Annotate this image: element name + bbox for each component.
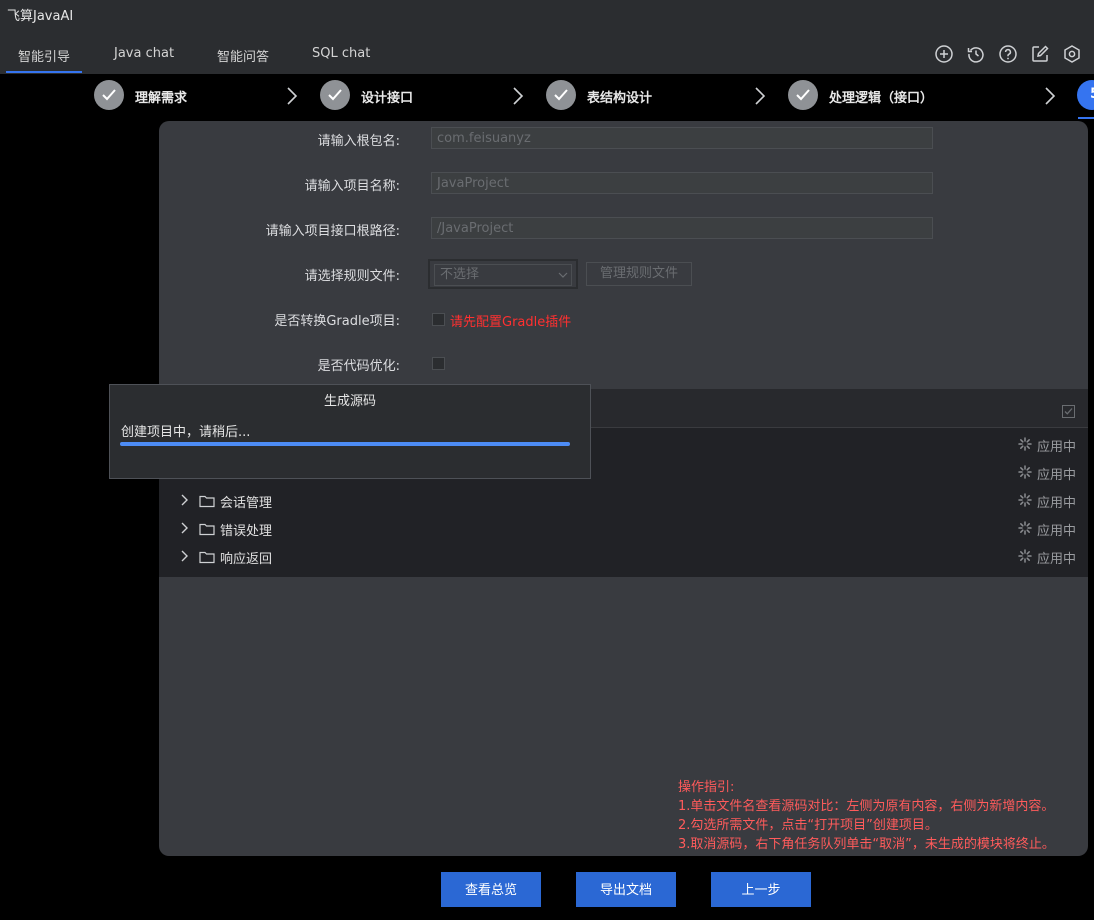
tree-item-label[interactable]: 会话管理 (220, 492, 272, 511)
gradle-warning-text: 请先配置Gradle插件 (450, 315, 572, 330)
step-chevron-icon (755, 87, 766, 105)
row-status-text: 应用中 (1037, 468, 1077, 483)
export-document-button[interactable]: 导出文档 (576, 872, 676, 907)
previous-step-button[interactable]: 上一步 (711, 872, 811, 907)
chevron-right-icon[interactable] (180, 494, 190, 506)
manage-rule-files-button[interactable]: 管理规则文件 (586, 262, 692, 286)
root-package-label: 请输入根包名: (317, 134, 400, 149)
view-overview-button[interactable]: 查看总览 (441, 872, 541, 907)
step-chevron-icon (287, 87, 298, 105)
dialog-title: 生成源码 (323, 394, 376, 409)
generate-source-dialog: 生成源码 创建项目中，请稍后... (109, 384, 591, 479)
folder-icon (199, 495, 215, 508)
operation-guide: 操作指引: 1.单击文件名查看源码对比：左侧为原有内容，右侧为新增内容。 2.勾… (678, 778, 1055, 854)
app-title: 飞算JavaAI (7, 9, 74, 24)
folder-icon (199, 523, 215, 536)
tree-item-label[interactable]: 错误处理 (220, 520, 272, 539)
chevron-right-icon[interactable] (180, 522, 190, 534)
progress-bar (120, 442, 570, 446)
history-icon[interactable] (966, 44, 986, 64)
gradle-label: 是否转换Gradle项目: (274, 314, 400, 329)
dialog-message: 创建项目中，请稍后... (121, 425, 251, 440)
guide-line: 2.勾选所需文件，点击“打开项目”创建项目。 (678, 818, 938, 833)
step-2-label[interactable]: 设计接口 (361, 87, 413, 106)
progress-bar-fill (120, 442, 570, 446)
chevron-down-icon (558, 272, 568, 278)
rule-file-select-value: 不选择 (434, 264, 572, 286)
project-name-input[interactable]: JavaProject (431, 172, 933, 194)
step-1-check-icon (94, 80, 124, 110)
step-3-check-icon (546, 80, 576, 110)
help-icon[interactable] (998, 44, 1018, 64)
row-status-text: 应用中 (1037, 496, 1077, 511)
tree-row[interactable]: 错误处理 应用中 (159, 514, 1088, 542)
loading-spinner-icon (1018, 437, 1032, 451)
project-root-path-label: 请输入项目接口根路径: (265, 224, 400, 239)
tab-smart-qa[interactable]: 智能问答 (217, 46, 269, 65)
title-bar (0, 0, 1094, 34)
edit-icon[interactable] (1030, 44, 1050, 64)
step-chevron-icon (1045, 87, 1056, 105)
loading-spinner-icon (1018, 465, 1032, 479)
loading-spinner-icon (1018, 493, 1032, 507)
step-chevron-icon (513, 87, 524, 105)
step-4-check-icon (788, 80, 818, 110)
step-3-label[interactable]: 表结构设计 (587, 87, 652, 106)
row-status-text: 应用中 (1037, 552, 1077, 567)
project-root-path-input[interactable]: /JavaProject (431, 217, 933, 239)
settings-icon[interactable] (1062, 44, 1082, 64)
row-status-text: 应用中 (1037, 524, 1077, 539)
row-status-text: 应用中 (1037, 440, 1077, 455)
rule-file-label: 请选择规则文件: (304, 269, 400, 284)
root-package-input[interactable]: com.feisuanyz (431, 127, 933, 149)
project-name-label: 请输入项目名称: (304, 179, 400, 194)
step-2-check-icon (320, 80, 350, 110)
add-circle-icon[interactable] (934, 44, 954, 64)
active-tab-indicator (6, 71, 82, 73)
current-step-indicator (1078, 117, 1094, 119)
folder-icon (199, 551, 215, 564)
guide-title: 操作指引: (678, 780, 735, 795)
tab-java-chat[interactable]: Java chat (114, 46, 174, 61)
step-1-label[interactable]: 理解需求 (135, 87, 187, 106)
tree-row[interactable]: 会话管理 应用中 (159, 486, 1088, 514)
loading-spinner-icon (1018, 521, 1032, 535)
code-optimize-checkbox[interactable] (432, 357, 445, 370)
tree-item-label[interactable]: 响应返回 (220, 548, 272, 567)
gradle-checkbox[interactable] (432, 313, 445, 326)
guide-line: 3.取消源码，右下角任务队列单击“取消”，未生成的模块将终止。 (678, 837, 1055, 852)
select-all-checkbox[interactable] (1062, 405, 1075, 418)
chevron-right-icon[interactable] (180, 550, 190, 562)
step-5-current[interactable]: 5 (1077, 80, 1094, 110)
code-optimize-label: 是否代码优化: (317, 359, 400, 374)
loading-spinner-icon (1018, 549, 1032, 563)
tab-sql-chat[interactable]: SQL chat (312, 46, 370, 61)
tree-row[interactable]: 响应返回 应用中 (159, 542, 1088, 570)
rule-file-select[interactable]: 不选择 (428, 259, 578, 289)
tab-smart-guide[interactable]: 智能引导 (18, 46, 70, 65)
step-4-label[interactable]: 处理逻辑（接口） (829, 87, 933, 106)
guide-line: 1.单击文件名查看源码对比：左侧为原有内容，右侧为新增内容。 (678, 799, 1055, 814)
